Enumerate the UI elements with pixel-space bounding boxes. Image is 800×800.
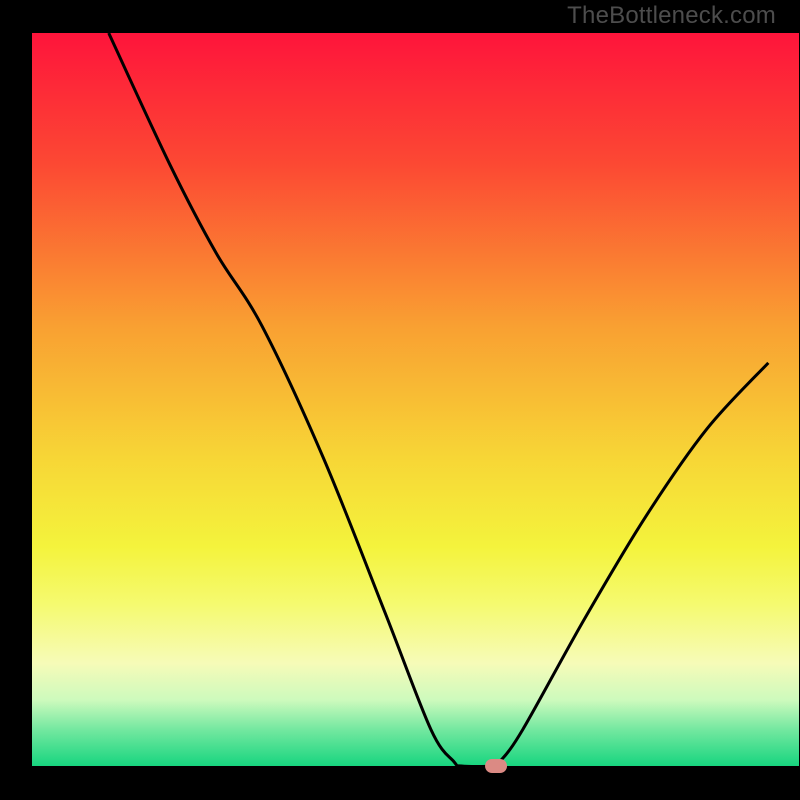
chart-frame: TheBottleneck.com (0, 0, 800, 800)
bottleneck-chart (0, 0, 800, 800)
plot-background (32, 33, 799, 766)
watermark-text: TheBottleneck.com (567, 2, 776, 30)
optimum-marker (485, 759, 507, 773)
